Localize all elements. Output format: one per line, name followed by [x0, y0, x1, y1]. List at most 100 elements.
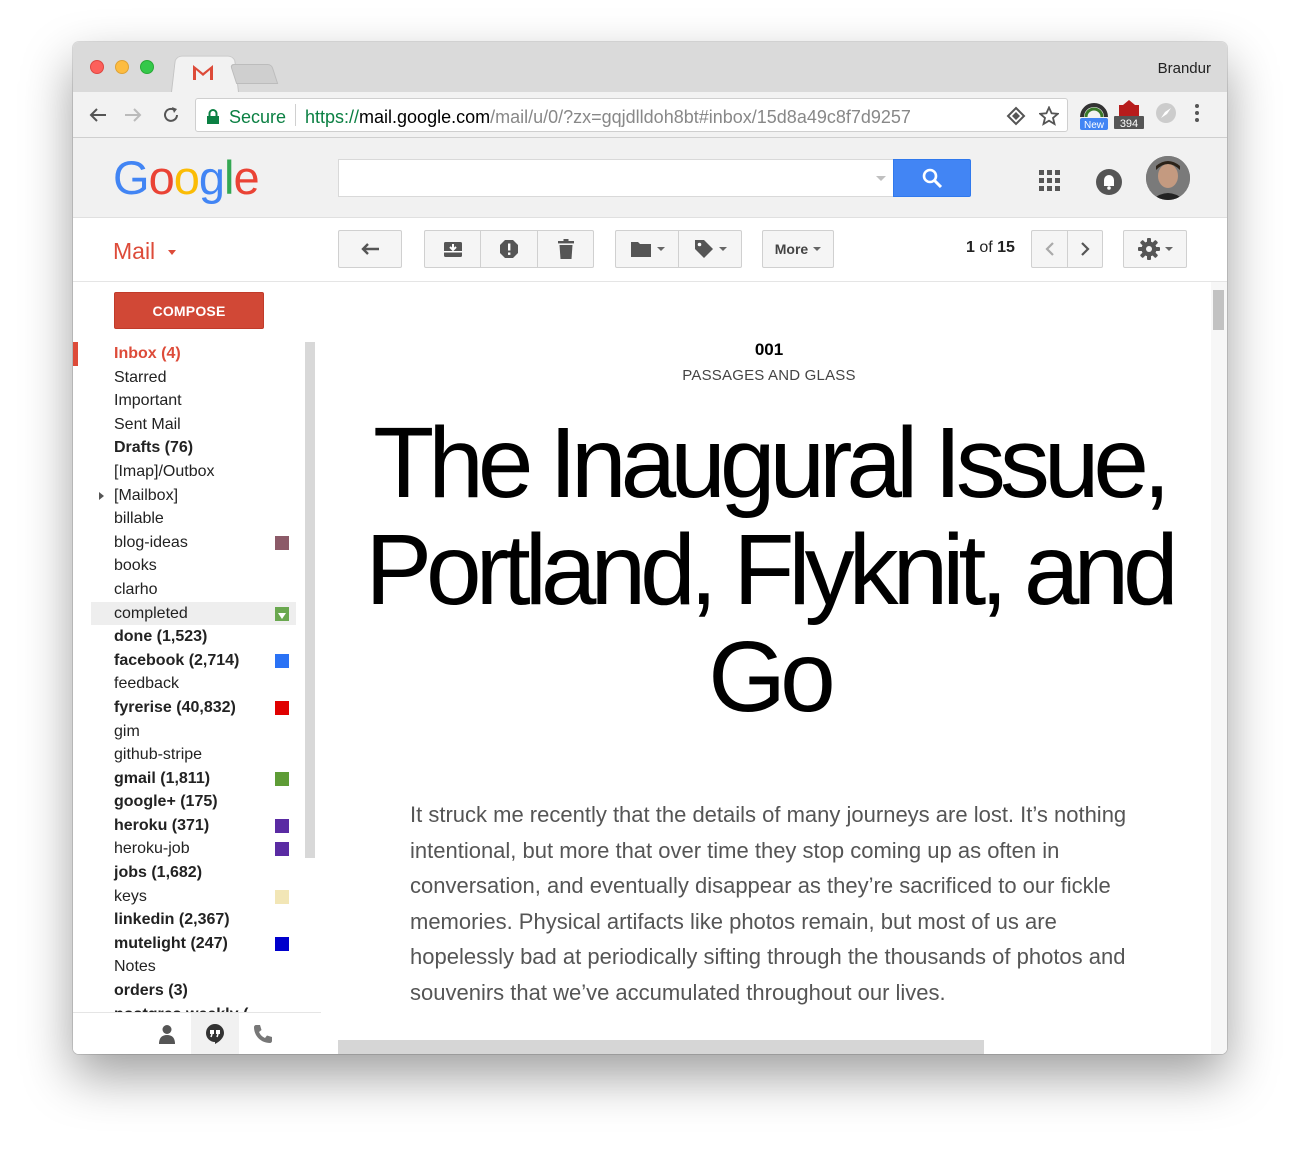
- bookmark-star-icon[interactable]: [1039, 106, 1059, 126]
- reload-button[interactable]: [158, 102, 184, 128]
- pager-count: 1 of 15: [966, 239, 1015, 257]
- sidebar-label-item[interactable]: [Mailbox]: [73, 484, 305, 508]
- sidebar-label-text: done (1,523): [114, 628, 208, 646]
- move-to-button[interactable]: [616, 231, 679, 267]
- phone-tab[interactable]: [239, 1013, 287, 1054]
- browser-menu-icon[interactable]: [1193, 102, 1201, 124]
- search-options-caret-icon[interactable]: [876, 176, 886, 181]
- newer-button[interactable]: [1032, 231, 1068, 267]
- sidebar-label-item[interactable]: facebook (2,714): [73, 649, 305, 673]
- new-extension-icon[interactable]: New: [1078, 99, 1110, 131]
- profile-name[interactable]: Brandur: [1158, 60, 1211, 77]
- notifications-bell-icon[interactable]: [1095, 168, 1123, 196]
- account-avatar[interactable]: [1146, 156, 1190, 200]
- more-label: More: [774, 241, 809, 257]
- sidebar-label-text: github-stripe: [114, 746, 203, 764]
- minimize-window-button[interactable]: [115, 60, 129, 74]
- pager-total: 15: [997, 239, 1015, 256]
- sidebar-label-text: keys: [114, 887, 147, 905]
- search-button[interactable]: [893, 159, 971, 197]
- sidebar-label-text: clarho: [114, 580, 158, 598]
- mail-switcher[interactable]: Mail: [113, 238, 155, 265]
- browser-window: Brandur Secure https://mail.google.com/m…: [73, 42, 1227, 1054]
- url-text[interactable]: https://mail.google.com/mail/u/0/?zx=gqj…: [305, 107, 911, 128]
- google-logo[interactable]: Google: [113, 150, 260, 205]
- sidebar-label-item[interactable]: keys: [73, 885, 305, 909]
- sidebar-label-item[interactable]: Starred: [73, 366, 305, 390]
- sidebar-label-item[interactable]: billable: [73, 507, 305, 531]
- sidebar-label-text: blog-ideas: [114, 533, 188, 551]
- hangouts-tab[interactable]: [191, 1013, 239, 1054]
- sidebar-label-item[interactable]: books: [73, 554, 305, 578]
- sidebar-label-item[interactable]: done (1,523): [73, 625, 305, 649]
- forward-button[interactable]: [120, 102, 146, 128]
- sidebar-label-item[interactable]: Notes: [73, 955, 305, 979]
- translate-icon[interactable]: [1006, 106, 1026, 126]
- older-button[interactable]: [1068, 231, 1102, 267]
- sidebar-label-text: gim: [114, 722, 140, 740]
- sidebar-label-text: jobs (1,682): [114, 864, 203, 882]
- sidebar-label-item[interactable]: gmail (1,811): [73, 767, 305, 791]
- sidebar-label-item[interactable]: mutelight (247): [73, 932, 305, 956]
- labels-caret-icon: [718, 247, 727, 251]
- label-color-swatch: [275, 771, 289, 786]
- close-window-button[interactable]: [90, 60, 104, 74]
- back-to-inbox-button[interactable]: [338, 230, 402, 268]
- labels-button[interactable]: [679, 231, 741, 267]
- sidebar-label-item[interactable]: Drafts (76): [73, 436, 305, 460]
- delete-button[interactable]: [538, 231, 593, 267]
- sidebar-label-item[interactable]: Inbox (4): [73, 342, 305, 366]
- gmail-favicon-icon: [193, 65, 213, 80]
- label-color-swatch: [275, 889, 289, 904]
- sidebar-label-item[interactable]: postgres weekly (: [73, 1003, 305, 1012]
- more-button[interactable]: More: [762, 230, 834, 268]
- label-color-swatch: [275, 535, 289, 550]
- sidebar-label-item[interactable]: Sent Mail: [73, 413, 305, 437]
- mail-caret-icon[interactable]: [168, 250, 176, 255]
- archive-button[interactable]: [425, 231, 481, 267]
- back-button[interactable]: [85, 102, 111, 128]
- compose-button[interactable]: COMPOSE: [114, 292, 264, 329]
- settings-button[interactable]: [1123, 230, 1187, 268]
- sidebar-label-item[interactable]: clarho: [73, 578, 305, 602]
- sidebar-label-text: heroku-job: [114, 840, 190, 858]
- label-color-dropdown-icon[interactable]: [275, 606, 289, 621]
- sidebar-label-item[interactable]: heroku-job: [73, 837, 305, 861]
- archive-icon: [443, 242, 462, 257]
- sidebar-label-item[interactable]: orders (3): [73, 979, 305, 1003]
- new-tab-button[interactable]: [229, 64, 279, 84]
- label-list: Inbox (4) Starred Important Sent Mail Drafts…: [73, 342, 305, 1012]
- hn-extension-icon[interactable]: 394: [1113, 99, 1145, 131]
- horizontal-scrollbar[interactable]: [338, 1040, 984, 1054]
- sidebar-label-item[interactable]: [Imap]/Outbox: [73, 460, 305, 484]
- sidebar-label-item[interactable]: feedback: [73, 672, 305, 696]
- sidebar-scrollbar[interactable]: [305, 342, 315, 858]
- sidebar-label-item[interactable]: jobs (1,682): [73, 861, 305, 885]
- search-input[interactable]: [338, 159, 894, 197]
- sidebar-label-item[interactable]: github-stripe: [73, 743, 305, 767]
- apps-grid-icon[interactable]: [1039, 170, 1061, 192]
- sidebar-label-text: Important: [114, 392, 182, 410]
- contacts-tab[interactable]: [143, 1013, 191, 1054]
- url-scheme: https://: [305, 107, 360, 127]
- chevron-left-icon: [1044, 242, 1054, 256]
- message-scrollbar-thumb[interactable]: [1213, 290, 1224, 330]
- sidebar-label-item[interactable]: linkedin (2,367): [73, 908, 305, 932]
- compass-extension-icon[interactable]: [1154, 101, 1178, 125]
- sidebar-label-item[interactable]: blog-ideas: [73, 531, 305, 555]
- label-tag-icon: [694, 240, 713, 258]
- sidebar-label-item[interactable]: fyrerise (40,832): [73, 696, 305, 720]
- sidebar-label-item[interactable]: heroku (371): [73, 814, 305, 838]
- message-body: It struck me recently that the details o…: [410, 802, 1127, 1005]
- expand-arrow-icon[interactable]: [99, 491, 104, 500]
- message-scrollbar[interactable]: [1211, 282, 1227, 1054]
- sidebar-label-text: mutelight (247): [114, 934, 228, 952]
- address-bar[interactable]: Secure https://mail.google.com/mail/u/0/…: [195, 98, 1068, 132]
- sidebar-label-item[interactable]: gim: [73, 720, 305, 744]
- report-spam-button[interactable]: [481, 231, 538, 267]
- sidebar-label-item[interactable]: completed: [91, 601, 296, 626]
- sidebar-label-item[interactable]: Important: [73, 389, 305, 413]
- sidebar-label-item[interactable]: google+ (175): [73, 790, 305, 814]
- back-to-inbox-icon: [361, 243, 379, 255]
- zoom-window-button[interactable]: [140, 60, 154, 74]
